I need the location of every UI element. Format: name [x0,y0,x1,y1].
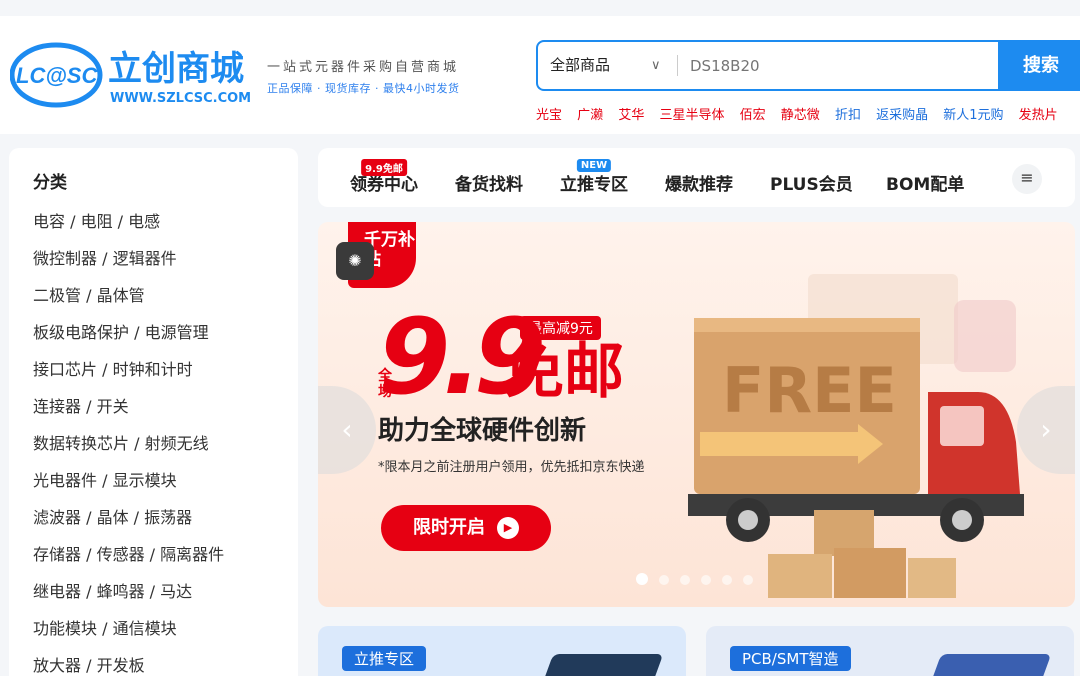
nav-badge: NEW [576,159,612,172]
slogan-line-2: 正品保障 · 现货库存 · 最快4小时发货 [267,82,460,95]
promo-note: *限本月之前注册用户领用，优先抵扣京东快递 [378,460,645,475]
search-divider [677,55,678,76]
sidebar-item[interactable]: 继电器 / 蜂鸣器 / 马达 [33,580,224,617]
hot-link[interactable]: 返采购晶 [876,108,928,123]
pcb-image [926,654,1052,676]
module-image [538,654,664,676]
site-logo[interactable]: LC@SC 立创商城 WWW.SZLCSC.COM [10,40,260,110]
search-input[interactable] [690,50,990,81]
promo-headline-word: 免邮 [504,337,624,407]
sidebar-item[interactable]: 滤波器 / 晶体 / 振荡器 [33,506,224,543]
search-category-select[interactable]: 全部商品 [550,42,610,89]
sidebar-item[interactable]: 二极管 / 晶体管 [33,284,224,321]
sidebar-item[interactable]: 连接器 / 开关 [33,395,224,432]
nav-item-label: PLUS会员 [770,175,853,195]
sidebar-item[interactable]: 光电器件 / 显示模块 [33,469,224,506]
sidebar-item[interactable]: 功能模块 / 通信模块 [33,617,224,654]
promo-subtitle: 助力全球硬件创新 [378,416,587,446]
category-sidebar: 分类 电容 / 电阻 / 电感 微控制器 / 逻辑器件 二极管 / 晶体管 板级… [9,148,298,676]
sidebar-item[interactable]: 数据转换芯片 / 射频无线 [33,432,224,469]
hot-link[interactable]: 艾华 [618,108,644,123]
carousel-dot[interactable] [701,575,711,585]
slogan-line-1: 一站式元器件采购自营商城 [267,60,460,75]
site-slogan: 一站式元器件采购自营商城 正品保障 · 现货库存 · 最快4小时发货 [267,56,459,96]
parcel-box [908,558,956,598]
promo-banner[interactable]: 千万补贴 ✺ 最高减9元 全场 9.9 免邮 助力全球硬件创新 *限本月之前注册… [318,222,1075,607]
nav-item-plus[interactable]: PLUS会员 [770,170,853,195]
hot-link[interactable]: 三星半导体 [659,108,724,123]
chevron-down-icon[interactable]: ∨ [651,42,661,89]
carousel-dot[interactable] [743,575,753,585]
hot-search-links: 光宝 广濑 艾华 三星半导体 佰宏 静芯微 折扣 返采购晶 新人1元购 发热片 [536,104,1069,123]
hot-link[interactable]: 静芯微 [781,108,820,123]
nav-item-recommend-zone[interactable]: NEW 立推专区 [560,159,628,195]
sidebar-item[interactable]: 电容 / 电阻 / 电感 [33,210,224,247]
truck-wheel-hub [738,510,758,530]
ghost-truck-cab [954,300,1016,372]
hot-link[interactable]: 广濑 [577,108,603,123]
hot-link[interactable]: 发热片 [1019,108,1058,123]
nav-badge: 9.9免邮 [361,159,407,176]
hot-link[interactable]: 佰宏 [740,108,766,123]
truck-wheel-hub [952,510,972,530]
carousel-dot[interactable] [722,575,732,585]
nav-item-label: BOM配单 [886,175,965,195]
nav-item-bom[interactable]: BOM配单 [886,170,964,195]
hot-link[interactable]: 光宝 [536,108,562,123]
nav-item-stock[interactable]: 备货找料 [455,170,523,195]
hot-link[interactable]: 折扣 [835,108,861,123]
carousel-prev-button[interactable]: ‹ [318,386,376,474]
main-nav: 9.9免邮 领券中心 备货找料 NEW 立推专区 爆款推荐 PLUS会员 BOM… [318,148,1075,207]
search-bar: 全部商品 ∨ 搜索 [536,40,1080,91]
truck-cargo-top [694,318,920,332]
search-button[interactable]: 搜索 [998,40,1080,91]
category-list: 电容 / 电阻 / 电感 微控制器 / 逻辑器件 二极管 / 晶体管 板级电路保… [33,210,224,676]
logo-name: 立创商城 [108,49,244,89]
cta-label: 限时开启 [413,517,485,538]
play-icon: ▶ [497,517,519,539]
nav-item-hot[interactable]: 爆款推荐 [665,170,733,195]
sidebar-item[interactable]: 接口芯片 / 时钟和计时 [33,358,224,395]
nav-item-label: 领券中心 [350,175,418,195]
nav-item-label: 爆款推荐 [665,175,733,195]
nav-item-label: 立推专区 [560,175,628,195]
truck-illustration: FREE [688,274,1024,598]
sidebar-item[interactable]: 存储器 / 传感器 / 隔离器件 [33,543,224,580]
carousel-dots [636,570,764,589]
carousel-dot[interactable] [659,575,669,585]
carousel-dot[interactable] [680,575,690,585]
sidebar-item[interactable]: 微控制器 / 逻辑器件 [33,247,224,284]
card-pcb-smt[interactable]: PCB/SMT智造 [706,626,1074,676]
promo-cta-button[interactable]: 限时开启 ▶ [381,505,551,551]
truck-window [940,406,984,446]
card-label: PCB/SMT智造 [730,646,851,671]
carousel-dot[interactable] [636,573,648,585]
parcel-box [768,554,832,598]
parcel-box [834,548,906,598]
brain-icon[interactable]: ✺ [336,242,374,280]
card-label: 立推专区 [342,646,427,671]
truck-free-text: FREE [722,354,897,427]
hot-link[interactable]: 新人1元购 [943,108,1003,123]
sidebar-item[interactable]: 板级电路保护 / 电源管理 [33,321,224,358]
nav-item-coupons[interactable]: 9.9免邮 领券中心 [350,159,418,195]
sidebar-title: 分类 [33,173,67,193]
sidebar-item[interactable]: 放大器 / 开发板 [33,654,224,676]
logo-mark: LC@SC [16,63,98,88]
list-icon[interactable]: ≡ [1012,164,1042,194]
nav-item-label: 备货找料 [455,175,523,195]
card-recommend-zone[interactable]: 立推专区 [318,626,686,676]
logo-url: WWW.SZLCSC.COM [110,91,251,106]
